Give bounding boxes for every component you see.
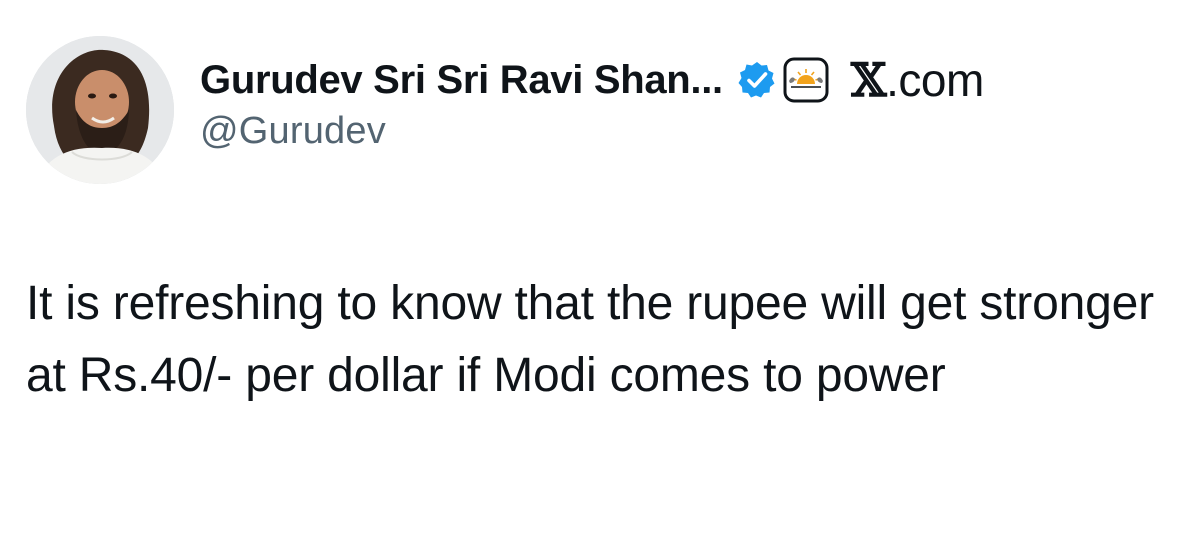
name-row: Gurudev Sri Sri Ravi Shan... 𝕏.com (200, 52, 984, 108)
avatar[interactable] (26, 36, 174, 184)
tweet-header: Gurudev Sri Sri Ravi Shan... 𝕏.com @Guru… (200, 52, 984, 153)
display-name[interactable]: Gurudev Sri Sri Ravi Shan... (200, 58, 723, 103)
source-label: 𝕏.com (851, 53, 984, 107)
user-handle[interactable]: @Gurudev (200, 110, 984, 153)
tweet-card: Gurudev Sri Sri Ravi Shan... 𝕏.com @Guru… (0, 0, 1200, 544)
avatar-image (26, 36, 174, 184)
tweet-text: It is refreshing to know that the rupee … (26, 277, 1154, 402)
x-logo-icon: 𝕏 (850, 53, 887, 107)
organization-affiliate-icon[interactable] (783, 57, 829, 103)
verified-checkmark-icon (737, 60, 777, 100)
source-domain: .com (886, 54, 984, 106)
